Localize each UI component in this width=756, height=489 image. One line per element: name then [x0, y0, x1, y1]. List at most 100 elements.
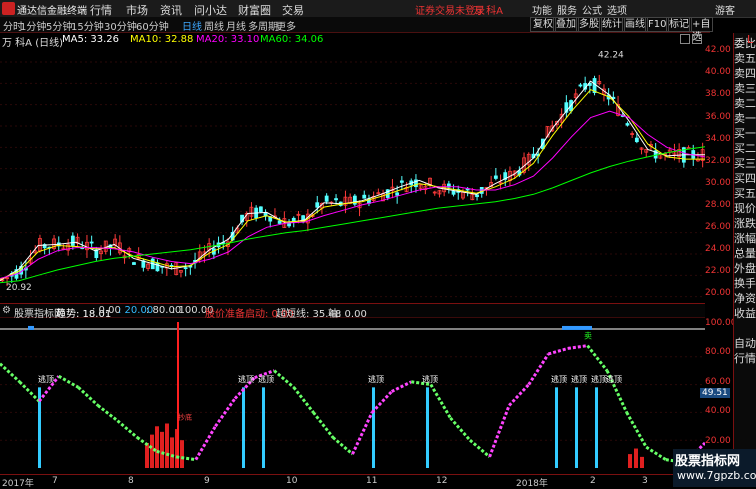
- quote-side-items: 委比 卖五 卖四 卖三 卖二 卖一 买一 买二 买三 买四 买五 现价 涨跌 涨…: [733, 33, 756, 487]
- panel-sell1[interactable]: 卖一: [734, 111, 756, 126]
- trend-segment: [176, 455, 197, 462]
- panel-outer[interactable]: 外盘: [734, 261, 756, 276]
- panel-sell5[interactable]: 卖五: [734, 51, 756, 66]
- app-title: 通达信金融终端: [17, 6, 87, 17]
- menu-trade[interactable]: 交易: [282, 2, 304, 18]
- ma10-value: MA10: 32.88: [130, 34, 194, 45]
- menu-news[interactable]: 资讯: [160, 2, 182, 18]
- window-restore-icon[interactable]: [680, 34, 690, 44]
- chart-collapse-buttons[interactable]: [680, 34, 702, 44]
- candle-body: [634, 137, 639, 143]
- panel-turnover[interactable]: 换手: [734, 276, 756, 291]
- panel-buy3[interactable]: 买三: [734, 156, 756, 171]
- panel-buy2[interactable]: 买二: [734, 141, 756, 156]
- menu-ask[interactable]: 问小达: [194, 2, 227, 18]
- top-escape-label: 逃顶: [238, 374, 254, 384]
- price-low-label: 20.92: [6, 283, 32, 293]
- candle-body: [277, 220, 282, 224]
- indicator-tick: 60.00: [705, 377, 731, 387]
- ma-info-line: 万 科A (日线) MA5: 33.26 MA10: 32.88 MA20: 3…: [0, 33, 600, 49]
- btn-add-watchlist[interactable]: +自选: [689, 17, 714, 43]
- top-escape-label: 逃顶: [606, 374, 622, 384]
- top-marker-bar: [555, 387, 558, 468]
- signal-chip: [28, 325, 34, 330]
- top-escape-label: 逃顶: [591, 374, 607, 384]
- menu-service[interactable]: 服务: [557, 2, 577, 17]
- trend-segment: [586, 344, 609, 372]
- signal-bar: [160, 431, 164, 468]
- top-marker-bar: [426, 387, 429, 468]
- menu-options[interactable]: 选项: [607, 2, 627, 17]
- signal-chip: [562, 325, 592, 330]
- indicator-chart[interactable]: 逃顶 逃顶 逃顶 逃顶 逃顶 逃顶 逃顶 逃顶 逃顶卖抄底: [0, 318, 705, 474]
- trend-segment: [58, 374, 80, 389]
- signal-bar: [170, 437, 174, 468]
- signal-bar: [150, 434, 154, 468]
- period-monthly[interactable]: 月线: [226, 18, 246, 33]
- panel-sell3[interactable]: 卖三: [734, 81, 756, 96]
- trend-segment: [77, 386, 99, 407]
- menu-wealth[interactable]: 财富圈: [238, 2, 271, 18]
- panel-buy5[interactable]: 买五: [734, 186, 756, 201]
- menu-function[interactable]: 功能: [532, 2, 552, 17]
- panel-volume[interactable]: 总量: [734, 246, 756, 261]
- price-tick: 20.00: [705, 288, 731, 298]
- panel-change-pct[interactable]: 涨幅: [734, 231, 756, 246]
- panel-net-assets[interactable]: 净资: [734, 291, 756, 306]
- time-tick: 8: [128, 476, 134, 486]
- ma60-value: MA60: 34.06: [260, 34, 324, 45]
- panel-price[interactable]: 现价: [734, 201, 756, 216]
- panel-buy4[interactable]: 买四: [734, 171, 756, 186]
- indicator-current-value: 49.51: [700, 388, 730, 398]
- period-1min[interactable]: 1分钟: [20, 18, 46, 33]
- period-5min[interactable]: 5分钟: [46, 18, 72, 33]
- price-tick: 32.00: [705, 156, 731, 166]
- candle-body: [183, 267, 188, 270]
- kline-chart[interactable]: 42.24 20.92: [0, 46, 705, 302]
- trend-segment: [351, 411, 374, 455]
- sell-marker: 卖: [584, 332, 592, 341]
- candle-body: [578, 84, 583, 87]
- panel-sell2[interactable]: 卖二: [734, 96, 756, 111]
- period-30min[interactable]: 30分钟: [104, 18, 137, 33]
- period-multi[interactable]: 多周期: [248, 18, 278, 33]
- period-15min[interactable]: 15分钟: [71, 18, 104, 33]
- signal-bar: [145, 442, 149, 468]
- period-weekly[interactable]: 周线: [204, 18, 224, 33]
- trend-segment: [488, 404, 511, 458]
- price-tick: 30.00: [705, 178, 731, 188]
- price-tick: 24.00: [705, 244, 731, 254]
- top-escape-label: 逃顶: [571, 374, 587, 384]
- price-tick: 34.00: [705, 134, 731, 144]
- panel-auto[interactable]: 自动: [734, 336, 756, 351]
- menu-formula[interactable]: 公式: [582, 2, 602, 17]
- panel-quotes[interactable]: 行情: [734, 351, 756, 366]
- price-tick: 36.00: [705, 112, 731, 122]
- watermark-title: 股票指标网: [675, 454, 741, 469]
- candle-body: [334, 198, 338, 201]
- ma5-value: MA5: 33.26: [62, 34, 120, 45]
- signal-bar: [165, 423, 169, 468]
- menu-quotes[interactable]: 行情: [90, 2, 112, 18]
- candle-body: [399, 180, 404, 183]
- period-daily[interactable]: 日线: [182, 18, 202, 33]
- signal-bar: [634, 448, 638, 468]
- trend-segment: [96, 404, 119, 422]
- trend-segment: [273, 369, 295, 389]
- period-60min[interactable]: 60分钟: [136, 18, 169, 33]
- window-maximize-icon[interactable]: [692, 34, 702, 44]
- time-tick: 7: [52, 476, 58, 486]
- panel-eps[interactable]: 收益: [734, 306, 756, 321]
- panel-change[interactable]: 涨跌: [734, 216, 756, 231]
- time-tick: 10: [286, 476, 298, 486]
- guest-label[interactable]: 游客: [715, 2, 735, 17]
- candle-body: [132, 262, 136, 265]
- panel-L-marker: L: [747, 33, 754, 46]
- indicator-settings-icon[interactable]: ⚙: [2, 305, 11, 316]
- time-tick: 12: [436, 476, 448, 486]
- top-marker-bar: [575, 387, 578, 468]
- panel-sell4[interactable]: 卖四: [734, 66, 756, 81]
- menu-market[interactable]: 市场: [126, 2, 148, 18]
- period-more[interactable]: 更多: [276, 18, 296, 33]
- panel-buy1[interactable]: 买一: [734, 126, 756, 141]
